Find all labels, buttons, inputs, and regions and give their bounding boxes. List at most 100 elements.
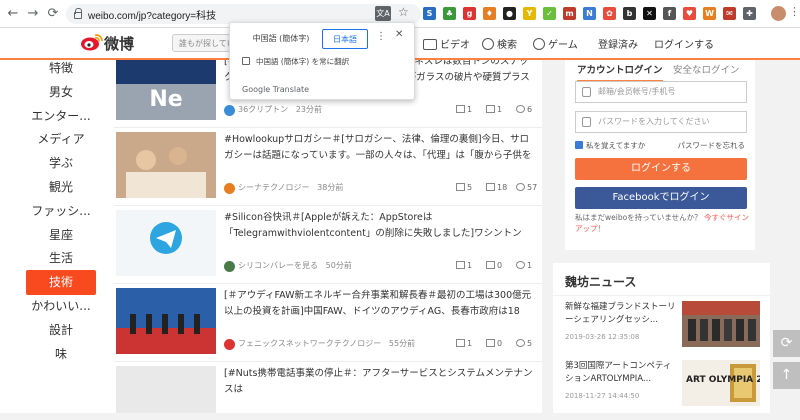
- ext-orange-icon[interactable]: ♦: [483, 7, 496, 20]
- ext-puzzle-icon[interactable]: ✚: [743, 7, 756, 20]
- back-icon[interactable]: ←: [4, 5, 22, 23]
- share-count[interactable]: 5: [456, 180, 472, 196]
- sidebar-item[interactable]: 味: [26, 342, 96, 367]
- share-count[interactable]: 1: [456, 258, 472, 274]
- feed-card[interactable]: [＃アウディFAW新エネルギー合弁事業和解長春＃最初の工場は300億元以上の投資…: [114, 284, 542, 362]
- ext-f-icon[interactable]: f: [663, 7, 676, 20]
- sidebar-item[interactable]: 男女: [26, 80, 96, 105]
- refresh-icon[interactable]: ⟳: [773, 330, 800, 357]
- feed-card-text[interactable]: #Silicon谷快讯＃[Appleが訴えた：AppStoreは「Telegra…: [224, 210, 534, 242]
- tab-source-language[interactable]: 中国語 (簡体字): [240, 29, 322, 49]
- ext-blue-icon[interactable]: S: [423, 7, 436, 20]
- feed-source[interactable]: シーナテクノロジー 38分前: [238, 180, 343, 196]
- news-item-image[interactable]: [682, 301, 760, 347]
- tab-account-login[interactable]: アカウントログイン: [577, 60, 663, 82]
- sidebar-item[interactable]: 設計: [26, 318, 96, 343]
- comment-count[interactable]: 0: [486, 258, 502, 274]
- ext-b-icon[interactable]: b: [623, 7, 636, 20]
- sidebar-item[interactable]: ファッシ...: [26, 199, 96, 224]
- news-item[interactable]: 第3回国際アートコンペティションARTOLYMPIA... 2018-11-27…: [565, 360, 765, 420]
- ext-envelope-icon[interactable]: ✉: [723, 7, 736, 20]
- weibo-logo-icon[interactable]: [80, 32, 104, 52]
- like-count[interactable]: 1: [516, 258, 532, 274]
- news-item[interactable]: 新鮮な福建ブランドストーリーシェアリングセッシ... 2019-03-26 12…: [565, 301, 765, 361]
- sidebar-item[interactable]: 星座: [26, 223, 96, 248]
- profile-avatar[interactable]: [771, 6, 786, 21]
- feed-source[interactable]: フェニックスネットワークテクノロジー 55分前: [238, 336, 415, 352]
- comment-count[interactable]: 1: [486, 102, 502, 118]
- ext-green-icon[interactable]: ♣: [443, 7, 456, 20]
- comment-count[interactable]: 18: [486, 180, 507, 196]
- like-count[interactable]: 5: [516, 336, 532, 352]
- feed-source[interactable]: 36クリプトン 23分前: [238, 102, 322, 118]
- nav-video[interactable]: ビデオ: [423, 36, 470, 51]
- feed-card-text[interactable]: #Howlookupサロガシー＃[サロガシー、法律、倫理の裏側]今日、サロガシー…: [224, 132, 534, 164]
- remember-me[interactable]: 私を覚えてますか パスワードを忘れる: [575, 140, 747, 152]
- news-item-image[interactable]: ART OLYMPIA 2019: [682, 360, 760, 406]
- nav-game[interactable]: ゲーム: [533, 36, 578, 51]
- ext-red-icon[interactable]: m: [563, 7, 576, 20]
- feed-source[interactable]: シリコンバレーを見る 50分前: [238, 258, 352, 274]
- checkbox-checked-icon[interactable]: [575, 141, 583, 149]
- sidebar-item[interactable]: 観光: [26, 175, 96, 200]
- sidebar-item[interactable]: 技術: [26, 270, 96, 296]
- feed-card[interactable]: #Silicon谷快讯＃[Appleが訴えた：AppStoreは「Telegra…: [114, 206, 542, 284]
- ext-new-icon[interactable]: N: [583, 7, 596, 20]
- feed-thumbnail-image: [116, 288, 216, 354]
- reload-icon[interactable]: ⟳: [44, 5, 62, 23]
- ext-lime-icon[interactable]: ✓: [543, 7, 556, 20]
- sidebar-item[interactable]: かわいい...: [26, 294, 96, 319]
- sidebar-item[interactable]: メディア: [26, 127, 96, 152]
- share-count[interactable]: 1: [456, 336, 472, 352]
- facebook-login-button[interactable]: Facebookでログイン: [575, 187, 747, 209]
- bookmark-star-icon[interactable]: ☆: [398, 5, 409, 19]
- feed-card[interactable]: [#Nuts携帯電話事業の停止＃：アフターサービスとシステムメンテナンスは: [114, 362, 542, 413]
- ext-yellow-icon[interactable]: Y: [523, 7, 536, 20]
- password-field[interactable]: パスワードを入力してください: [575, 111, 747, 133]
- ext-heart-icon[interactable]: ♥: [683, 7, 696, 20]
- browser-menu-icon[interactable]: ⋮: [789, 5, 800, 18]
- always-translate-checkbox[interactable]: 中国語 (簡体字) を常に翻訳: [242, 56, 349, 67]
- feed-thumbnail[interactable]: [116, 132, 216, 198]
- login-button[interactable]: ログインする: [575, 158, 747, 180]
- address-bar[interactable]: weibo.com/jp?category=科技: [66, 4, 421, 24]
- ext-g-red-icon[interactable]: g: [463, 7, 476, 20]
- tab-target-language[interactable]: 日本語: [322, 29, 368, 49]
- share-count[interactable]: 1: [456, 102, 472, 118]
- news-item-text[interactable]: 第3回国際アートコンペティションARTOLYMPIA...: [565, 360, 677, 386]
- sidebar-item[interactable]: 生活: [26, 246, 96, 271]
- like-count[interactable]: 6: [516, 102, 532, 118]
- nav-register[interactable]: 登録済み: [598, 36, 638, 51]
- logo-text: 微博: [104, 35, 135, 53]
- ext-x-icon[interactable]: ✕: [643, 7, 656, 20]
- translate-options-icon[interactable]: ⋮: [376, 31, 386, 42]
- user-icon: [582, 87, 591, 97]
- news-item-text[interactable]: 新鮮な福建ブランドストーリーシェアリングセッシ...: [565, 301, 677, 327]
- feed-card-text[interactable]: [＃アウディFAW新エネルギー合弁事業和解長春＃最初の工場は300億元以上の投資…: [224, 288, 534, 320]
- nav-search[interactable]: 検索: [482, 36, 517, 51]
- feed-card-text[interactable]: [#Nuts携帯電話事業の停止＃：アフターサービスとシステムメンテナンスは: [224, 366, 534, 398]
- ext-dark-icon[interactable]: ●: [503, 7, 516, 20]
- tab-secure-login[interactable]: 安全なログイン: [673, 60, 740, 82]
- feed-card[interactable]: #Howlookupサロガシー＃[サロガシー、法律、倫理の裏側]今日、サロガシー…: [114, 128, 542, 206]
- back-to-top-icon[interactable]: ↑: [773, 362, 800, 389]
- feed-thumbnail[interactable]: [116, 288, 216, 354]
- feed-thumbnail-image: Ne: [116, 60, 216, 120]
- sidebar-item[interactable]: 学ぶ: [26, 151, 96, 176]
- nav-login[interactable]: ログインする: [654, 36, 714, 51]
- email-field[interactable]: 邮箱/会员帐号/手机号: [575, 81, 747, 103]
- ext-color-icon[interactable]: ✿: [603, 7, 616, 20]
- forgot-password-link[interactable]: パスワードを忘れる: [678, 140, 746, 151]
- translate-icon[interactable]: 文A: [375, 6, 391, 21]
- sidebar-item[interactable]: 特徴: [26, 56, 96, 81]
- like-count[interactable]: 57: [516, 180, 537, 196]
- ext-w-icon[interactable]: W: [703, 7, 716, 20]
- forward-icon[interactable]: →: [24, 5, 42, 23]
- feed-thumbnail[interactable]: [116, 210, 216, 276]
- close-icon[interactable]: ✕: [395, 29, 403, 40]
- sidebar-item[interactable]: エンター...: [26, 104, 96, 129]
- feed-thumbnail[interactable]: Ne: [116, 60, 216, 120]
- checkbox-icon[interactable]: [242, 57, 250, 65]
- feed-thumbnail[interactable]: [116, 366, 216, 413]
- comment-count[interactable]: 0: [486, 336, 502, 352]
